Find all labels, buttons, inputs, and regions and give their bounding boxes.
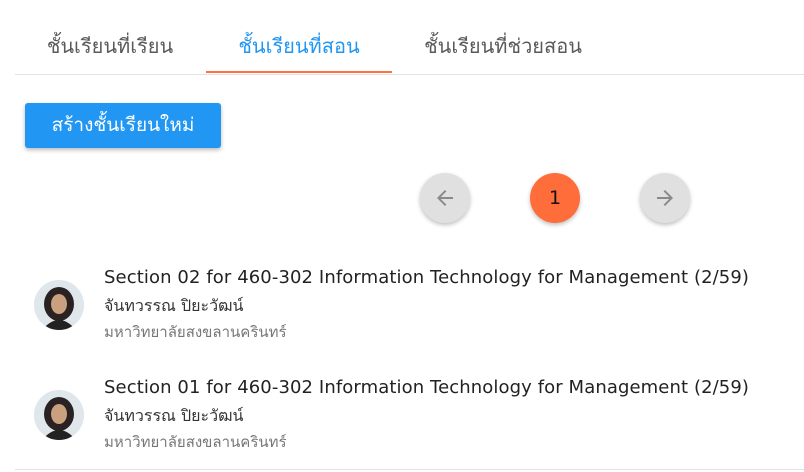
previous-page-button[interactable] — [420, 173, 470, 223]
class-list-item[interactable]: Section 01 for 460-302 Information Techn… — [0, 372, 804, 472]
arrow-left-icon — [437, 190, 453, 206]
tab-bar: ชั้นเรียนที่เรียน ชั้นเรียนที่สอน ชั้นเร… — [15, 0, 804, 75]
teacher-name: จันทวรรณ ปิยะวัฒน์ — [104, 406, 244, 425]
school-name: มหาวิทยาลัยสงขลานครินทร์ — [104, 433, 287, 451]
school-name: มหาวิทยาลัยสงขลานครินทร์ — [104, 323, 287, 341]
tab-assistant-classes[interactable]: ชั้นเรียนที่ช่วยสอน — [413, 30, 593, 62]
next-page-button[interactable] — [640, 173, 690, 223]
teacher-avatar — [34, 390, 84, 440]
class-list-item[interactable]: Section 02 for 460-302 Information Techn… — [0, 262, 804, 362]
create-class-button[interactable]: สร้างชั้นเรียนใหม่ — [25, 103, 221, 148]
tab-teaching-classes[interactable]: ชั้นเรียนที่สอน — [206, 30, 392, 62]
teacher-avatar — [34, 280, 84, 330]
active-tab-indicator — [206, 71, 392, 73]
arrow-right-icon — [657, 190, 673, 206]
class-title[interactable]: Section 01 for 460-302 Information Techn… — [104, 377, 749, 398]
tab-enrolled-classes[interactable]: ชั้นเรียนที่เรียน — [45, 30, 175, 62]
page-number-current[interactable]: 1 — [530, 173, 580, 223]
list-divider — [15, 469, 804, 470]
teacher-name: จันทวรรณ ปิยะวัฒน์ — [104, 296, 244, 315]
class-title[interactable]: Section 02 for 460-302 Information Techn… — [104, 267, 749, 288]
